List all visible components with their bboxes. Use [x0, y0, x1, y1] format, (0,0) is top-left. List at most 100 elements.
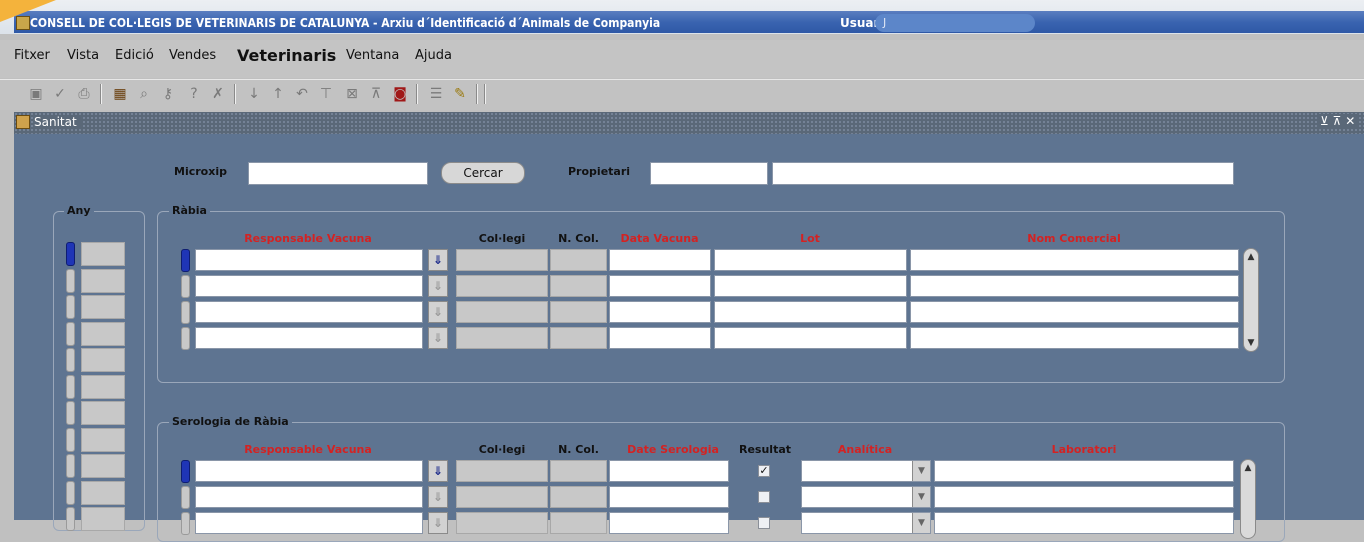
- serology-lab-field[interactable]: [934, 512, 1234, 534]
- year-field[interactable]: [81, 507, 125, 531]
- serology-responsible-field[interactable]: [195, 460, 423, 482]
- menu-vendes[interactable]: Vendes: [169, 48, 216, 63]
- analytic-combo[interactable]: ▼: [801, 512, 931, 534]
- menu-ventana[interactable]: Ventana: [346, 48, 399, 63]
- scroll-down-icon[interactable]: ▼: [1245, 336, 1257, 350]
- menu-fitxer[interactable]: Fitxer: [14, 48, 50, 63]
- year-row-marker[interactable]: [66, 427, 75, 452]
- record-icon[interactable]: ◙: [392, 86, 408, 102]
- owner-name-input[interactable]: [772, 162, 1234, 185]
- year-row-marker[interactable]: [66, 268, 75, 293]
- year-field[interactable]: [81, 480, 125, 505]
- save-icon[interactable]: ▣: [28, 86, 44, 102]
- serology-date-field[interactable]: [609, 512, 729, 534]
- year-row-marker[interactable]: [66, 242, 75, 266]
- serology-row-marker[interactable]: [181, 460, 190, 483]
- year-row-marker[interactable]: [66, 348, 75, 372]
- year-field[interactable]: [81, 374, 125, 399]
- year-field[interactable]: [81, 295, 125, 319]
- chevron-down-icon[interactable]: ▼: [912, 513, 930, 533]
- list-of-values-icon[interactable]: ⇓: [428, 486, 448, 508]
- serology-responsible-field[interactable]: [195, 486, 423, 508]
- list-icon[interactable]: ☰: [428, 86, 444, 102]
- rabies-scrollbar[interactable]: ▲ ▼: [1243, 248, 1259, 352]
- search-button[interactable]: Cercar: [441, 162, 525, 184]
- rabies-lot-field[interactable]: [714, 327, 907, 349]
- rabies-date-field[interactable]: [609, 249, 711, 271]
- year-row-marker[interactable]: [66, 507, 75, 531]
- check-icon[interactable]: ✓: [52, 86, 68, 102]
- owner-code-input[interactable]: [650, 162, 768, 185]
- serology-date-field[interactable]: [609, 460, 729, 482]
- cancel-icon[interactable]: ✗: [210, 86, 226, 102]
- rabies-responsible-field[interactable]: [195, 275, 423, 297]
- rabies-date-field[interactable]: [609, 327, 711, 349]
- rabies-row-marker[interactable]: [181, 301, 190, 324]
- chevron-down-icon[interactable]: ▼: [912, 487, 930, 507]
- rabies-lot-field[interactable]: [714, 275, 907, 297]
- serology-row-marker[interactable]: [181, 512, 190, 535]
- analytic-combo[interactable]: ▼: [801, 486, 931, 508]
- clear-icon[interactable]: ⊼: [368, 86, 384, 102]
- result-checkbox[interactable]: [758, 491, 770, 503]
- undo-icon[interactable]: ↶: [294, 86, 310, 102]
- scroll-up-icon[interactable]: ▲: [1245, 250, 1257, 264]
- print-icon[interactable]: ⎙: [76, 86, 92, 102]
- year-field[interactable]: [81, 454, 125, 478]
- key-icon[interactable]: ⚷: [160, 86, 176, 102]
- year-row-marker[interactable]: [66, 401, 75, 425]
- year-field[interactable]: [81, 348, 125, 372]
- serology-lab-field[interactable]: [934, 460, 1234, 482]
- year-field[interactable]: [81, 321, 125, 346]
- rabies-responsible-field[interactable]: [195, 301, 423, 323]
- find-icon[interactable]: ⌕: [136, 86, 152, 102]
- rabies-commercial-field[interactable]: [910, 249, 1239, 271]
- query-icon[interactable]: ▦: [112, 86, 128, 102]
- menu-ajuda[interactable]: Ajuda: [415, 48, 452, 63]
- menu-veterinaris[interactable]: Veterinaris: [237, 46, 336, 65]
- serology-scrollbar[interactable]: ▲: [1240, 459, 1256, 539]
- edit-icon[interactable]: ✎: [452, 86, 468, 102]
- menu-edicio[interactable]: Edició: [115, 48, 154, 63]
- scroll-up-icon[interactable]: ▲: [1242, 461, 1254, 475]
- list-of-values-icon[interactable]: ⇓: [428, 249, 448, 271]
- window-controls[interactable]: ⊻ ⊼ ✕: [1318, 114, 1358, 128]
- list-of-values-icon[interactable]: ⇓: [428, 327, 448, 349]
- rabies-row-marker[interactable]: [181, 327, 190, 350]
- list-of-values-icon[interactable]: ⇓: [428, 460, 448, 482]
- down-icon[interactable]: ↓: [246, 86, 262, 102]
- year-field[interactable]: [81, 427, 125, 452]
- rabies-responsible-field[interactable]: [195, 327, 423, 349]
- rabies-lot-field[interactable]: [714, 301, 907, 323]
- analytic-combo[interactable]: ▼: [801, 460, 931, 482]
- result-checkbox[interactable]: [758, 517, 770, 529]
- menu-vista[interactable]: Vista: [67, 48, 99, 63]
- serology-responsible-field[interactable]: [195, 512, 423, 534]
- rabies-responsible-field[interactable]: [195, 249, 423, 271]
- year-field[interactable]: [81, 242, 125, 266]
- list-of-values-icon[interactable]: ⇓: [428, 512, 448, 534]
- rabies-commercial-field[interactable]: [910, 301, 1239, 323]
- rabies-date-field[interactable]: [609, 275, 711, 297]
- delete-record-icon[interactable]: ⊠: [344, 86, 360, 102]
- year-row-marker[interactable]: [66, 321, 75, 346]
- year-row-marker[interactable]: [66, 454, 75, 478]
- year-row-marker[interactable]: [66, 374, 75, 399]
- rabies-lot-field[interactable]: [714, 249, 907, 271]
- year-field[interactable]: [81, 401, 125, 425]
- rabies-row-marker[interactable]: [181, 249, 190, 272]
- serology-date-field[interactable]: [609, 486, 729, 508]
- chevron-down-icon[interactable]: ▼: [912, 461, 930, 481]
- year-field[interactable]: [81, 268, 125, 293]
- year-row-marker[interactable]: [66, 480, 75, 505]
- serology-row-marker[interactable]: [181, 486, 190, 509]
- insert-record-icon[interactable]: ⊤: [318, 86, 334, 102]
- help-icon[interactable]: ?: [186, 86, 202, 102]
- up-icon[interactable]: ↑: [270, 86, 286, 102]
- rabies-row-marker[interactable]: [181, 275, 190, 298]
- serology-lab-field[interactable]: [934, 486, 1234, 508]
- rabies-commercial-field[interactable]: [910, 275, 1239, 297]
- list-of-values-icon[interactable]: ⇓: [428, 301, 448, 323]
- microxip-input[interactable]: [248, 162, 428, 185]
- result-checkbox[interactable]: ✓: [758, 465, 770, 477]
